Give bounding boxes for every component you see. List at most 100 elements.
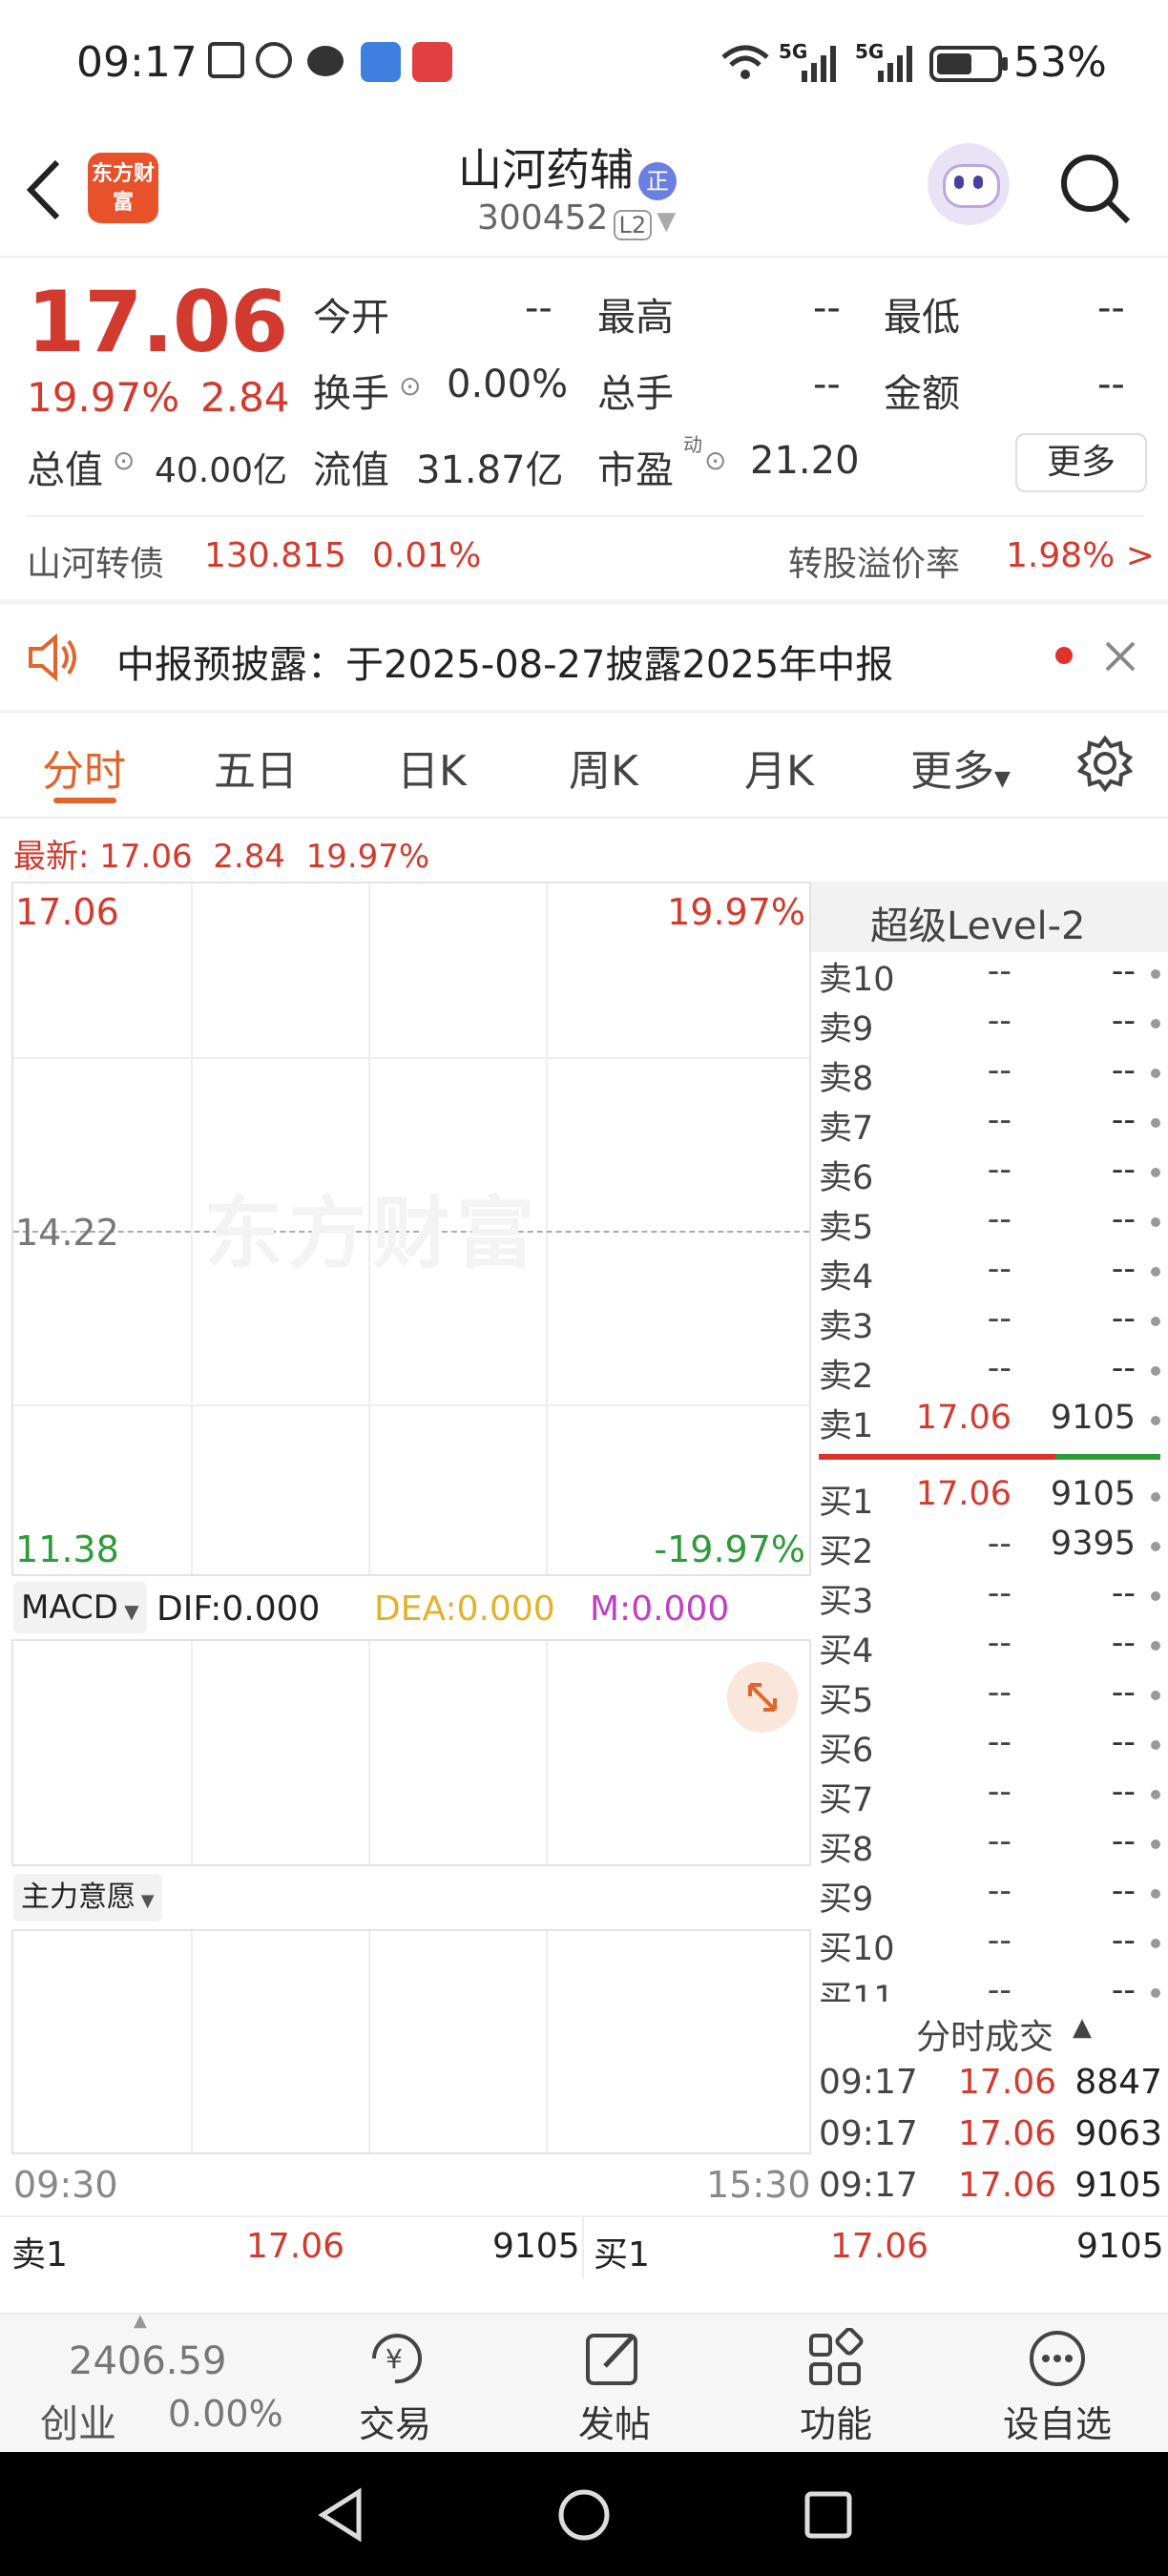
more-button[interactable]: 更多 <box>1015 433 1147 492</box>
macd-m: M:0.000 <box>590 1589 730 1629</box>
buy-label: 买5 <box>819 1682 874 1720</box>
row-dot <box>1151 1366 1160 1376</box>
buy-volume: -- <box>1111 1723 1136 1761</box>
nav-post[interactable]: 发帖 <box>519 2315 710 2454</box>
buy-row: 买6 -- -- <box>819 1723 1164 1773</box>
level2-header[interactable]: 超级Level-2 <box>811 882 1168 952</box>
buy-volume: -- <box>1111 1624 1136 1662</box>
trade-row: 09:17 17.06 8847 <box>819 2063 1164 2112</box>
alarm-icon <box>256 42 292 78</box>
app-logo[interactable]: 东方财富 <box>88 153 158 223</box>
tab-five-day[interactable]: 五日 <box>214 737 298 798</box>
row-dot <box>1151 1118 1160 1128</box>
stock-title[interactable]: 山河药辅 正 <box>458 135 744 200</box>
battery-icon <box>929 46 1008 82</box>
premium-value: 1.98% > <box>1006 536 1155 575</box>
sell-price: 17.06 <box>915 1399 1012 1437</box>
latest-price: 17.06 <box>99 838 193 876</box>
sell-label: 卖8 <box>819 1060 874 1098</box>
app-notify-icon <box>361 42 401 82</box>
sell-volume: 9105 <box>1050 1399 1136 1437</box>
chart-bottom-price: 11.38 <box>15 1528 119 1570</box>
macd-dif: DIF:0.000 <box>156 1589 321 1629</box>
row-dot <box>1151 1267 1160 1277</box>
calendar-app-icon <box>412 42 452 82</box>
intraday-chart[interactable]: 东方财富 17.06 19.97% 14.22 11.38 -19.97% <box>11 882 811 1576</box>
sell-price: -- <box>987 1051 1012 1090</box>
macd-chart[interactable] <box>11 1639 811 1866</box>
gear-icon[interactable] <box>1076 735 1134 792</box>
back-triangle-icon[interactable] <box>315 2486 368 2544</box>
trades-header[interactable]: 分时成交 ▲ <box>811 2002 1168 2061</box>
stock-code-row[interactable]: 300452 L2 ▼ <box>477 198 676 240</box>
more-dots-icon <box>1030 2331 1085 2386</box>
sell-row: 卖2 -- -- <box>819 1349 1164 1399</box>
bottom-buy-vol: 9105 <box>1076 2227 1164 2266</box>
bottom-sell-label: 卖1 <box>11 2235 68 2275</box>
buy-row: 买1 17.06 9105 <box>819 1475 1164 1525</box>
trade-time: 09:17 <box>819 2063 918 2102</box>
nav-trade[interactable]: ¥ 交易 <box>300 2315 490 2454</box>
sell-volume: -- <box>1111 1349 1136 1387</box>
nav-add-watchlist[interactable]: 设自选 <box>962 2315 1153 2454</box>
sell-row: 卖5 -- -- <box>819 1200 1164 1250</box>
chart-bottom-pct: -19.97% <box>654 1528 805 1570</box>
level2-title: 超级Level-2 <box>870 904 1086 948</box>
sell-volume: -- <box>1111 1151 1136 1189</box>
chevron-left-icon[interactable] <box>21 156 67 223</box>
sell-price: -- <box>987 1200 1012 1238</box>
notice-bar[interactable]: 中报预披露：于2025-08-27披露2025年中报 <box>0 605 1168 710</box>
sell-row: 卖7 -- -- <box>819 1101 1164 1151</box>
sell-volume: -- <box>1111 1200 1136 1238</box>
robot-avatar-icon[interactable] <box>928 143 1010 225</box>
volume-value: -- <box>813 363 841 406</box>
chart-mid-price: 14.22 <box>15 1212 119 1254</box>
expand-icon[interactable] <box>727 1662 798 1733</box>
volume-label: 总手 <box>597 372 674 416</box>
convertible-bond-row[interactable]: 山河转债 130.815 0.01% 转股溢价率 1.98% > <box>0 523 1168 599</box>
buy-volume: -- <box>1111 1574 1136 1612</box>
sell-label: 卖7 <box>819 1110 874 1148</box>
info-icon[interactable]: ⊙ <box>704 445 726 476</box>
system-nav-bar <box>0 2452 1168 2576</box>
index-ticker[interactable]: ▲ 2406.59 创业 0.00% <box>0 2311 305 2454</box>
sell-label: 卖6 <box>819 1159 874 1197</box>
row-dot <box>1151 1069 1160 1078</box>
pe-value: 21.20 <box>750 439 860 483</box>
macd-selector[interactable]: MACD ▼ <box>13 1582 147 1633</box>
current-price: 17.06 <box>27 273 288 371</box>
buy-volume: -- <box>1111 1872 1136 1910</box>
caret-up-icon: ▲ <box>134 2311 147 2331</box>
tab-intraday[interactable]: 分时 <box>42 737 126 798</box>
sell-row: 卖8 -- -- <box>819 1051 1164 1101</box>
tab-daily-k[interactable]: 日K <box>397 737 467 798</box>
tab-weekly-k[interactable]: 周K <box>569 737 638 798</box>
tab-more[interactable]: 更多▼ <box>910 737 1011 798</box>
sell-label: 卖9 <box>819 1010 874 1049</box>
close-icon[interactable] <box>1103 639 1137 674</box>
info-icon[interactable]: ⊙ <box>399 370 421 402</box>
wechat-icon <box>307 46 344 76</box>
trade-time: 09:17 <box>819 2166 918 2205</box>
bottom-buy-label: 买1 <box>594 2235 650 2275</box>
row-dot <box>1151 1591 1160 1601</box>
indicator2-selector[interactable]: 主力意愿 ▼ <box>13 1874 162 1922</box>
tab-monthly-k[interactable]: 月K <box>744 737 814 798</box>
dropdown-caret-icon: ▼ <box>657 207 677 236</box>
info-icon[interactable]: ⊙ <box>113 445 135 476</box>
bottom-nav: ▲ 2406.59 创业 0.00% ¥ 交易 发帖 功能 设自选 <box>0 2311 1168 2454</box>
row-dot <box>1151 1168 1160 1177</box>
nav-functions[interactable]: 功能 <box>740 2315 931 2454</box>
index-name: 创业 <box>40 2402 116 2446</box>
dropdown-caret-icon: ▼ <box>994 767 1011 791</box>
low-label: 最低 <box>884 296 960 340</box>
nav-add-watchlist-label: 设自选 <box>1002 2403 1112 2445</box>
sell-price: -- <box>987 1002 1012 1040</box>
indicator2-chart[interactable] <box>11 1929 811 2154</box>
stock-header: 东方财富 山河药辅 正 300452 L2 ▼ <box>0 134 1168 256</box>
search-icon[interactable] <box>1057 151 1134 227</box>
svg-text:¥: ¥ <box>386 2343 403 2375</box>
recents-square-icon[interactable] <box>802 2488 855 2542</box>
home-circle-icon[interactable] <box>555 2486 613 2544</box>
battery-percent: 53% <box>1013 38 1107 87</box>
